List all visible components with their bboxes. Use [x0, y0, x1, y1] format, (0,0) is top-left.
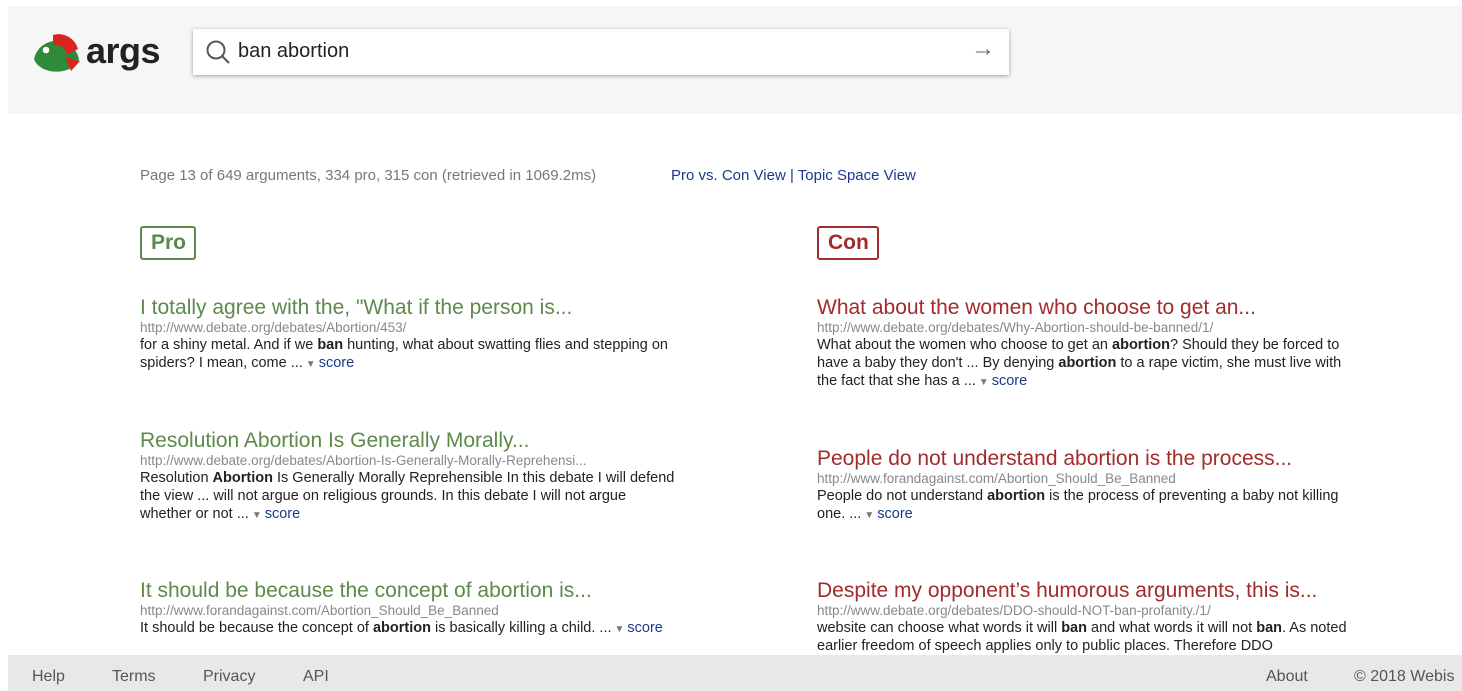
highlight-term: abortion: [1112, 337, 1171, 353]
result-url[interactable]: http://www.debate.org/debates/Why-Aborti…: [817, 320, 1357, 336]
highlight-term: abortion: [987, 488, 1046, 504]
footer-terms-link[interactable]: Terms: [112, 668, 156, 686]
triangle-down-icon[interactable]: ▼: [306, 359, 316, 370]
highlight-term: abortion: [1058, 355, 1117, 371]
parrot-logo-icon: [34, 34, 80, 72]
pro-label: Pro: [140, 226, 197, 260]
pro-result-3: It should be because the concept of abor…: [140, 579, 680, 639]
con-label: Con: [817, 226, 879, 260]
result-title[interactable]: Despite my opponent’s humorous arguments…: [817, 579, 1357, 603]
con-result-1: What about the women who choose to get a…: [817, 296, 1357, 392]
search-input[interactable]: [238, 36, 938, 66]
view-separator: |: [789, 167, 794, 184]
highlight-term: ban: [1256, 620, 1283, 636]
result-snippet: for a shiny metal. And if we ban hunting…: [140, 337, 668, 371]
score-link[interactable]: score: [992, 373, 1027, 389]
footer-help-link[interactable]: Help: [32, 668, 65, 686]
header: args →: [8, 6, 1462, 114]
con-column: Con What about the women who choose to g…: [817, 226, 1357, 654]
triangle-down-icon[interactable]: ▼: [979, 377, 989, 388]
footer-copyright: © 2018 Webis: [1354, 668, 1455, 685]
highlight-term: abortion: [372, 620, 431, 636]
logo-text: args: [86, 30, 161, 71]
pro-result-1: I totally agree with the, "What if the p…: [140, 296, 680, 374]
footer-api-link[interactable]: API: [303, 668, 329, 686]
score-link[interactable]: score: [877, 506, 912, 522]
pro-column: Pro I totally agree with the, "What if t…: [140, 226, 680, 636]
highlight-term: ban: [1061, 620, 1087, 636]
args-logo[interactable]: args: [31, 26, 181, 84]
result-url[interactable]: http://www.debate.org/debates/Abortion-I…: [140, 453, 680, 469]
pro-result-2: Resolution Abortion Is Generally Morally…: [140, 429, 680, 525]
result-title[interactable]: People do not understand abortion is the…: [817, 447, 1357, 471]
con-result-2: People do not understand abortion is the…: [817, 447, 1357, 525]
result-snippet: It should be because the concept of abor…: [140, 620, 663, 636]
result-url[interactable]: http://www.forandagainst.com/Abortion_Sh…: [817, 471, 1357, 487]
result-snippet: Resolution Abortion Is Generally Morally…: [140, 470, 675, 522]
score-link[interactable]: score: [265, 506, 300, 522]
result-url[interactable]: http://www.forandagainst.com/Abortion_Sh…: [140, 603, 680, 619]
result-url[interactable]: http://www.debate.org/debates/DDO-should…: [817, 603, 1357, 619]
result-snippet: What about the women who choose to get a…: [817, 337, 1342, 389]
triangle-down-icon[interactable]: ▼: [864, 510, 874, 521]
view-switcher: Pro vs. Con View | Topic Space View: [671, 167, 916, 184]
footer: Help Terms Privacy API About © 2018 Webi…: [8, 655, 1462, 691]
triangle-down-icon[interactable]: ▼: [252, 510, 262, 521]
result-title[interactable]: I totally agree with the, "What if the p…: [140, 296, 680, 320]
result-title[interactable]: What about the women who choose to get a…: [817, 296, 1357, 320]
result-snippet: website can choose what words it will ba…: [817, 620, 1347, 654]
score-link[interactable]: score: [627, 620, 662, 636]
results-summary: Page 13 of 649 arguments, 334 pro, 315 c…: [140, 167, 597, 184]
highlight-term: Abortion: [212, 470, 273, 486]
result-snippet: People do not understand abortion is the…: [817, 488, 1339, 522]
search-icon: [206, 40, 230, 64]
result-title[interactable]: Resolution Abortion Is Generally Morally…: [140, 429, 680, 453]
con-result-3: Despite my opponent’s humorous arguments…: [817, 579, 1357, 655]
triangle-down-icon[interactable]: ▼: [615, 624, 625, 635]
score-link[interactable]: score: [319, 355, 354, 371]
result-url[interactable]: http://www.debate.org/debates/Abortion/4…: [140, 320, 680, 336]
footer-privacy-link[interactable]: Privacy: [203, 668, 255, 686]
highlight-term: ban: [317, 337, 344, 353]
pro-con-view-link[interactable]: Pro vs. Con View: [671, 167, 786, 184]
footer-about-link[interactable]: About: [1266, 668, 1308, 686]
result-title[interactable]: It should be because the concept of abor…: [140, 579, 680, 603]
topic-space-view-link[interactable]: Topic Space View: [798, 167, 916, 184]
search-box: →: [193, 29, 1009, 75]
arrow-right-icon[interactable]: →: [971, 35, 995, 63]
